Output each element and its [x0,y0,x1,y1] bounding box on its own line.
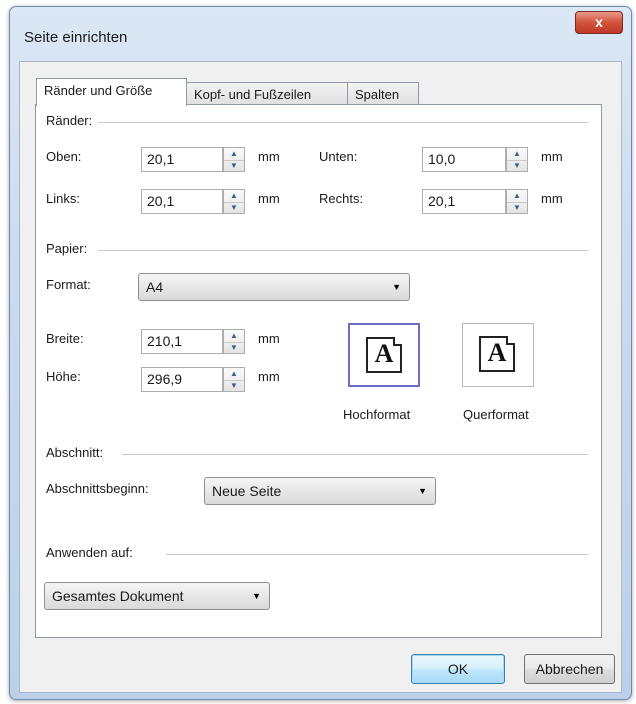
paper-height-input[interactable]: 296,9 [141,367,223,392]
left-margin-label: Links: [46,191,80,206]
chevron-down-icon: ▼ [252,591,261,601]
paper-width-spinner[interactable]: ▲ ▼ [223,329,245,354]
paper-height-spinner[interactable]: ▲ ▼ [223,367,245,392]
chevron-down-icon: ▼ [418,486,427,496]
right-margin-unit: mm [541,191,563,206]
portrait-option[interactable]: A [348,323,420,387]
section-start-dropdown[interactable]: Neue Seite ▼ [204,477,436,505]
bottom-margin-unit: mm [541,149,563,164]
tab-panel: Ränder: Oben: 20,1 ▲ ▼ mm Unten: 10,0 ▲ … [35,104,602,638]
spin-down-icon[interactable]: ▼ [507,202,527,214]
right-margin-input[interactable]: 20,1 [422,189,506,214]
format-label: Format: [46,277,91,292]
bottom-margin-spinner[interactable]: ▲ ▼ [506,147,528,172]
section-group-label: Abschnitt: [46,445,108,460]
chevron-down-icon: ▼ [392,282,401,292]
bottom-margin-input[interactable]: 10,0 [422,147,506,172]
top-margin-input[interactable]: 20,1 [141,147,223,172]
paper-height-unit: mm [258,369,280,384]
paper-width-input[interactable]: 210,1 [141,329,223,354]
title-bar[interactable]: Seite einrichten x [10,7,631,69]
apply-to-dropdown[interactable]: Gesamtes Dokument ▼ [44,582,270,610]
section-divider [122,454,588,455]
dialog-title: Seite einrichten [24,29,128,46]
left-margin-input[interactable]: 20,1 [141,189,223,214]
cancel-button[interactable]: Abbrechen [524,654,615,684]
left-margin-unit: mm [258,191,280,206]
landscape-label[interactable]: Querformat [463,407,529,422]
spin-down-icon[interactable]: ▼ [224,202,244,214]
format-dropdown[interactable]: A4 ▼ [138,273,410,301]
top-margin-unit: mm [258,149,280,164]
tab-raender-und-groesse[interactable]: Ränder und Größe [36,78,187,106]
section-start-label: Abschnittsbeginn: [46,481,149,496]
apply-group-label: Anwenden auf: [46,545,137,560]
spin-down-icon[interactable]: ▼ [507,160,527,172]
paper-width-unit: mm [258,331,280,346]
ok-button[interactable]: OK [411,654,505,684]
height-label: Höhe: [46,369,81,384]
portrait-label[interactable]: Hochformat [343,407,410,422]
close-icon: x [595,14,603,30]
right-margin-label: Rechts: [319,191,364,206]
section-start-value: Neue Seite [212,483,282,499]
landscape-option[interactable]: A [462,323,534,387]
top-margin-spinner[interactable]: ▲ ▼ [223,147,245,172]
portrait-page-icon: A [366,337,402,373]
dialog-client-area: Ränder und Größe Kopf- und Fußzeilen Spa… [19,61,622,693]
margins-group-label: Ränder: [46,113,97,128]
apply-to-value: Gesamtes Dokument [52,588,184,604]
bottom-margin-label: Unten: [319,149,358,164]
format-value: A4 [146,279,164,295]
close-button[interactable]: x [575,11,623,34]
left-margin-spinner[interactable]: ▲ ▼ [223,189,245,214]
right-margin-spinner[interactable]: ▲ ▼ [506,189,528,214]
width-label: Breite: [46,331,84,346]
apply-divider [166,554,588,555]
margins-divider [98,122,588,123]
page-setup-dialog: Seite einrichten x Ränder und Größe Kopf… [9,6,632,700]
spin-down-icon[interactable]: ▼ [224,160,244,172]
top-margin-label: Oben: [46,149,82,164]
spin-down-icon[interactable]: ▼ [224,380,244,392]
landscape-page-icon: A [479,336,515,372]
paper-group-label: Papier: [46,241,92,256]
paper-divider [98,250,588,251]
spin-down-icon[interactable]: ▼ [224,342,244,354]
